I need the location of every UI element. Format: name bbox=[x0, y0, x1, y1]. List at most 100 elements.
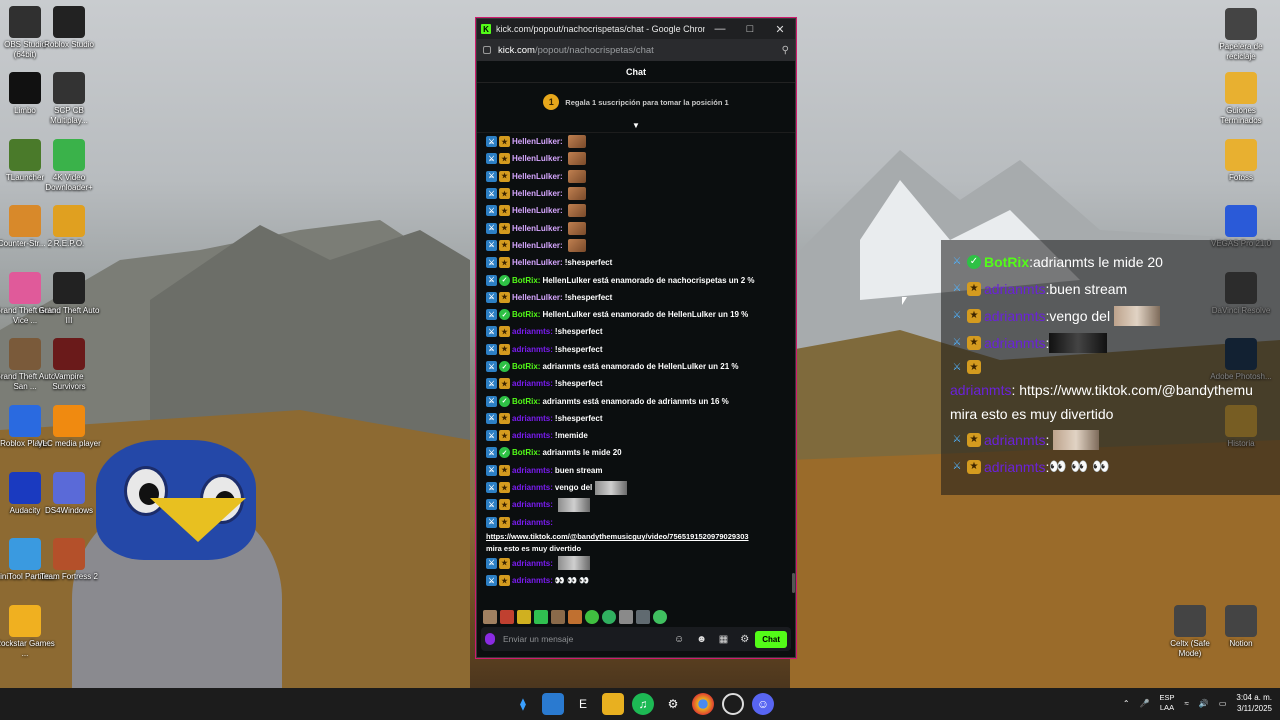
chat-username[interactable]: adrianmts: bbox=[512, 466, 553, 475]
emote-icon[interactable] bbox=[636, 610, 650, 624]
emote-icon[interactable] bbox=[500, 610, 514, 624]
desktop-shortcut[interactable]: Roblox Studio bbox=[37, 6, 101, 50]
chat-message[interactable]: ⚔ ★ HellenLulker: bbox=[486, 219, 789, 236]
desktop-shortcut[interactable]: DS4Windows bbox=[37, 472, 101, 516]
maximize-button[interactable]: □ bbox=[735, 19, 765, 39]
chat-username[interactable]: BotRix: bbox=[512, 276, 540, 285]
chat-username[interactable]: adrianmts: bbox=[512, 345, 553, 354]
emote-picker-icon[interactable]: ☺ bbox=[674, 634, 684, 645]
chat-messages[interactable]: ⚔ ★ HellenLulker: ⚔ ★ HellenLulker: ⚔ ★ HellenLu… bbox=[477, 133, 795, 603]
desktop-shortcut[interactable]: Vampire Survivors bbox=[37, 338, 101, 392]
emote-icon[interactable] bbox=[551, 610, 565, 624]
chat-username[interactable]: adrianmts: bbox=[512, 431, 553, 440]
emote-icon[interactable] bbox=[619, 610, 633, 624]
chat-username[interactable]: HellenLulker: bbox=[512, 224, 563, 233]
desktop-shortcut[interactable]: VLC media player bbox=[37, 405, 101, 449]
emote-icon[interactable] bbox=[568, 610, 582, 624]
chat-link[interactable]: https://www.tiktok.com/@bandythemusicguy… bbox=[486, 532, 749, 541]
desktop-shortcut[interactable]: Papelera de reciclaje bbox=[1209, 8, 1273, 62]
chat-username[interactable]: HellenLulker: bbox=[512, 154, 563, 163]
chat-message[interactable]: ⚔ ★ HellenLulker: bbox=[486, 150, 789, 167]
close-button[interactable]: ✕ bbox=[765, 19, 795, 39]
chat-message[interactable]: ⚔ ★ adrianmts: buen stream bbox=[486, 462, 789, 479]
chat-message[interactable]: ⚔ ✓ BotRix: adrianmts le mide 20 bbox=[486, 444, 789, 461]
desktop-shortcut[interactable]: 4K Video Downloader+ bbox=[37, 139, 101, 193]
chat-message[interactable]: ⚔ ★ HellenLulker: bbox=[486, 133, 789, 150]
obs-icon[interactable] bbox=[722, 693, 744, 715]
chat-username[interactable]: BotRix: bbox=[512, 362, 540, 371]
store-icon[interactable]: ▦ bbox=[719, 634, 728, 645]
desktop-shortcut[interactable]: Notion bbox=[1209, 605, 1273, 649]
chat-username[interactable]: HellenLulker: bbox=[512, 258, 563, 267]
chat-message[interactable]: ⚔ ✓ BotRix: HellenLulker está enamorado de … bbox=[486, 306, 789, 323]
chat-username[interactable]: HellenLulker: bbox=[512, 172, 563, 181]
chat-username[interactable]: adrianmts: bbox=[512, 576, 553, 585]
chat-username[interactable]: HellenLulker: bbox=[512, 206, 563, 215]
search-icon[interactable]: ⚲ bbox=[782, 45, 789, 56]
chat-username[interactable]: HellenLulker: bbox=[512, 137, 563, 146]
chat-message[interactable]: ⚔ ★ adrianmts: vengo del bbox=[486, 479, 789, 496]
settings-gear-icon[interactable]: ⚙ bbox=[740, 634, 749, 645]
chat-message[interactable]: ⚔ ★ HellenLulker: !shesperfect bbox=[486, 289, 789, 306]
chat-message[interactable]: ⚔ ★ adrianmts: bbox=[486, 496, 789, 513]
desktop-shortcut[interactable]: SCP CB Multiplay... bbox=[37, 72, 101, 126]
chat-message[interactable]: ⚔ ★ adrianmts: bbox=[486, 555, 789, 572]
chevron-up-icon[interactable]: ⌃ bbox=[1123, 699, 1130, 708]
epic-games-icon[interactable]: E bbox=[572, 693, 594, 715]
emote-icon[interactable] bbox=[483, 610, 497, 624]
chat-message[interactable]: ⚔ ★ adrianmts: bbox=[486, 514, 789, 531]
desktop-shortcut[interactable]: Guiones Terminados bbox=[1209, 72, 1273, 126]
emote-icon[interactable] bbox=[534, 610, 548, 624]
chat-message[interactable]: ⚔ ★ adrianmts: !memide bbox=[486, 427, 789, 444]
chat-username[interactable]: BotRix: bbox=[512, 310, 540, 319]
emote-icon[interactable] bbox=[517, 610, 531, 624]
chat-message[interactable]: ⚔ ★ HellenLulker: bbox=[486, 168, 789, 185]
chat-username[interactable]: HellenLulker: bbox=[512, 241, 563, 250]
volume-icon[interactable]: 🔊 bbox=[1199, 699, 1209, 708]
taskbar[interactable]: ⧫ E ♫ ⚙ ☺ ⌃ 🎤 ESP LAA ≈ 🔊 ▭ 3:04 a. m. 3/1… bbox=[0, 688, 1280, 720]
photos-icon[interactable] bbox=[542, 693, 564, 715]
chat-username[interactable]: BotRix: bbox=[512, 397, 540, 406]
chat-username[interactable]: adrianmts: bbox=[512, 500, 553, 509]
chat-input[interactable]: Enviar un mensaje bbox=[503, 634, 668, 644]
desktop-shortcut[interactable]: Rockstar Games ... bbox=[0, 605, 57, 659]
chat-scrollbar[interactable] bbox=[792, 573, 795, 593]
emote-icon[interactable] bbox=[653, 610, 667, 624]
recent-emotes-bar[interactable] bbox=[477, 607, 795, 627]
send-chat-button[interactable]: Chat bbox=[755, 630, 787, 648]
start-icon[interactable]: ⧫ bbox=[512, 693, 534, 715]
chat-message[interactable]: ⚔ ★ HellenLulker: bbox=[486, 185, 789, 202]
chat-message[interactable]: ⚔ ✓ BotRix: HellenLulker está enamorado de … bbox=[486, 271, 789, 288]
chat-message[interactable]: ⚔ ★ adrianmts: 👀 👀 👀 bbox=[486, 572, 789, 589]
desktop-shortcut[interactable]: R.E.P.O. bbox=[37, 205, 101, 249]
chat-message[interactable]: ⚔ ★ HellenLulker: bbox=[486, 202, 789, 219]
steam-icon[interactable]: ⚙ bbox=[662, 693, 684, 715]
chat-username[interactable]: HellenLulker: bbox=[512, 293, 563, 302]
chrome-popup-window[interactable]: K kick.com/popout/nachocrispetas/chat - … bbox=[476, 18, 796, 658]
chat-message[interactable]: ⚔ ✓ BotRix: adrianmts está enamorado de Hel… bbox=[486, 358, 789, 375]
battery-icon[interactable]: ▭ bbox=[1219, 699, 1227, 708]
gift-sub-promo[interactable]: 1 Regala 1 suscripción para tomar la pos… bbox=[477, 83, 795, 121]
chat-message[interactable]: ⚔ ★ adrianmts: !shesperfect bbox=[486, 375, 789, 392]
chrome-icon[interactable] bbox=[692, 693, 714, 715]
chat-message[interactable]: ⚔ ★ adrianmts: !shesperfect bbox=[486, 323, 789, 340]
minimize-button[interactable]: — bbox=[705, 19, 735, 39]
chat-username[interactable]: adrianmts: bbox=[512, 379, 553, 388]
chat-username[interactable]: adrianmts: bbox=[512, 327, 553, 336]
chat-message[interactable]: ⚔ ★ HellenLulker: !shesperfect bbox=[486, 254, 789, 271]
emote-icon[interactable] bbox=[602, 610, 616, 624]
smile-icon[interactable]: ☻ bbox=[696, 634, 707, 645]
file-explorer-icon[interactable] bbox=[602, 693, 624, 715]
chat-username[interactable]: adrianmts: bbox=[512, 559, 553, 568]
desktop-shortcut[interactable]: Team Fortress 2 bbox=[37, 538, 101, 582]
discord-icon[interactable]: ☺ bbox=[752, 693, 774, 715]
wifi-icon[interactable]: ≈ bbox=[1185, 699, 1189, 708]
chat-username[interactable]: adrianmts: bbox=[512, 483, 553, 492]
pinned-toggle-icon[interactable]: ▼ bbox=[477, 121, 795, 133]
chat-message[interactable]: ⚔ ✓ BotRix: adrianmts está enamorado de adr… bbox=[486, 392, 789, 409]
address-bar[interactable]: kick.com /popout/nachocrispetas/chat ⚲ bbox=[477, 39, 795, 61]
chat-username[interactable]: adrianmts: bbox=[512, 518, 553, 527]
chat-message[interactable]: ⚔ ★ HellenLulker: bbox=[486, 237, 789, 254]
desktop-shortcut[interactable]: Grand Theft Auto III bbox=[37, 272, 101, 326]
system-tray[interactable]: ⌃ 🎤 ESP LAA ≈ 🔊 ▭ 3:04 a. m. 3/11/2025 bbox=[1123, 692, 1272, 714]
